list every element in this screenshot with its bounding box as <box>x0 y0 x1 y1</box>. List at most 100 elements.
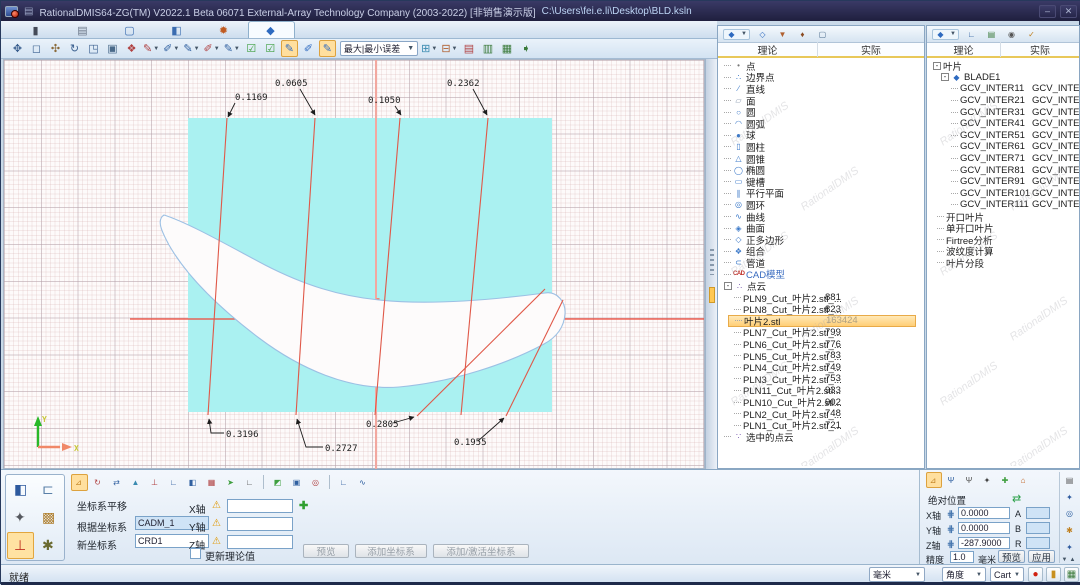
zoom-window-button[interactable]: ◻ <box>28 40 45 57</box>
ribbon-tab-blade[interactable]: ◆ <box>248 21 295 38</box>
cad-viewport[interactable]: 0.1169 0.0605 0.1050 0.2362 0.3196 0.272… <box>3 59 705 469</box>
joystick-button[interactable]: ✦ <box>980 472 996 488</box>
scroll-arrows-icon[interactable]: ▼▲ <box>1062 557 1078 563</box>
menu-icon[interactable]: ▤ <box>24 6 33 17</box>
csys-circle-button[interactable]: ◎ <box>308 474 325 491</box>
lock-y-icon[interactable]: ⋕ <box>947 524 955 535</box>
probe-status-icon[interactable]: ▮ <box>1046 567 1061 582</box>
csys-cube-button[interactable]: ◧ <box>185 474 202 491</box>
tree-item-selected-cloud[interactable]: ∵选中的点云 <box>718 431 924 443</box>
report-window-button[interactable]: ▤ <box>460 40 477 57</box>
coordinate-system-button[interactable]: ⊥ <box>7 532 34 559</box>
ribbon-tab-graphics[interactable]: ✹ <box>201 21 248 38</box>
lock-x-icon[interactable]: ⋕ <box>947 509 955 520</box>
goto-position-button[interactable]: ⊿ <box>926 472 942 488</box>
pos-y-value[interactable] <box>958 522 1010 534</box>
lock-z-icon[interactable]: ⋕ <box>947 539 955 550</box>
tree-item-section[interactable]: GCV_INTER31GCV_INTER31 <box>927 106 1079 118</box>
collapse-icon[interactable]: - <box>933 62 941 70</box>
magnifier-button[interactable]: ◎ <box>1063 507 1079 521</box>
minimize-button[interactable]: – <box>1039 5 1056 18</box>
add-position-button[interactable]: ✚ <box>998 472 1014 488</box>
pos-apply-button[interactable]: 应用 <box>1028 550 1055 563</box>
export-window-button[interactable]: ▦ <box>498 40 515 57</box>
probe-manager-button[interactable]: ◧ <box>7 476 34 503</box>
tree-item-section[interactable]: GCV_INTER61GCV_INTER61 <box>927 141 1079 153</box>
theory-column-header[interactable]: 理论 <box>927 42 1000 57</box>
label-max-button[interactable]: ✎ <box>281 40 298 57</box>
csys-cad-button[interactable]: ◩ <box>270 474 287 491</box>
path-tool-button[interactable]: ✎▼ <box>182 40 200 57</box>
panel-tab-angle-view[interactable]: ✓ <box>1026 30 1039 39</box>
save-report-button[interactable]: ⊟▼ <box>440 40 458 57</box>
tree-item-blade-root[interactable]: -叶片 <box>927 60 1079 72</box>
preview-button[interactable]: 预览 <box>303 544 349 558</box>
tree-item-section[interactable]: GCV_INTER71GCV_INTER71 <box>927 153 1079 165</box>
csys-best-fit-button[interactable]: ▲ <box>128 474 145 491</box>
evaluate-cloud-button[interactable]: ☑ <box>243 40 260 57</box>
csys-fixture-button[interactable]: ▣ <box>289 474 306 491</box>
import-window-button[interactable]: ▥ <box>479 40 496 57</box>
swap-axes-icon[interactable]: ⇄ <box>1012 492 1021 505</box>
tree-item-section[interactable]: GCV_INTER21GCV_INTER21 <box>927 95 1079 107</box>
probe-tool-button[interactable]: ✎▼ <box>142 40 160 57</box>
csys-curve-button[interactable]: ∿ <box>355 474 372 491</box>
panel-tab-solids-view[interactable]: ◇ <box>757 30 770 39</box>
add-icon[interactable]: ✚ <box>299 499 308 512</box>
update-theory-checkbox[interactable] <box>190 548 201 559</box>
panel-tab-filter-view[interactable]: ▼ <box>777 30 790 39</box>
panel-tab-group-view[interactable]: ♦ <box>797 30 810 39</box>
x-offset-input[interactable] <box>227 499 293 513</box>
run-export-button[interactable]: ➧ <box>517 40 534 57</box>
csys-offset-button[interactable]: ➤ <box>223 474 240 491</box>
csys-matrix-button[interactable]: ▦ <box>204 474 221 491</box>
panel-tab-blade-view[interactable]: ◆▼ <box>932 29 959 40</box>
evaluate-feature-button[interactable]: ☑ <box>262 40 279 57</box>
probe-angle-button[interactable]: Ψ <box>962 472 978 488</box>
ribbon-tab-machine[interactable]: ▮ <box>13 21 60 38</box>
actual-column-header[interactable]: 实际 <box>1000 42 1079 57</box>
tree-item-section[interactable]: GCV_INTER101GCV_INTER101 <box>927 188 1079 200</box>
actual-column-header[interactable]: 实际 <box>817 42 924 57</box>
z-offset-input[interactable] <box>227 535 293 549</box>
gauge-button[interactable]: ▩ <box>35 504 62 531</box>
panel-tab-screen-view[interactable]: ▢ <box>817 30 830 39</box>
calculator-button[interactable]: ▤ <box>1063 474 1079 488</box>
pos-x-value[interactable] <box>958 507 1010 519</box>
angle-dropdown[interactable]: 角度 ▼ <box>942 567 986 582</box>
panel-tab-report-view[interactable]: ▤ <box>986 30 999 39</box>
csys-axis-button[interactable]: ⊥ <box>147 474 164 491</box>
offset-tool-button[interactable]: ✎▼ <box>223 40 241 57</box>
angle-tool-button[interactable]: ✐▼ <box>203 40 221 57</box>
measure-tools-button[interactable]: ⊏ <box>35 476 62 503</box>
fit-view-button[interactable]: ◳ <box>85 40 102 57</box>
angle-b-value[interactable] <box>1026 522 1050 534</box>
scan-tool-button[interactable]: ✐▼ <box>162 40 180 57</box>
error-mode-dropdown[interactable]: 最大|最小误差▼ <box>340 41 418 56</box>
add-csys-button[interactable]: 添加坐标系 <box>355 544 427 558</box>
machine-tools-button[interactable]: ✱ <box>35 532 62 559</box>
csys-translate-button[interactable]: ⊿ <box>71 474 88 491</box>
tree-item-blade1[interactable]: -◆BLADE1 <box>927 72 1079 84</box>
angle-a-value[interactable] <box>1026 507 1050 519</box>
ribbon-tab-program[interactable]: ▤ <box>60 21 107 38</box>
unit-dropdown[interactable]: 毫米 ▼ <box>869 567 925 582</box>
tree-item-section[interactable]: GCV_INTER51GCV_INTER51 <box>927 130 1079 142</box>
tree-item-section[interactable]: GCV_INTER11GCV_INTER11 <box>927 83 1079 95</box>
y-offset-input[interactable] <box>227 517 293 531</box>
angle-r-value[interactable] <box>1026 537 1050 549</box>
network-status-icon[interactable]: ▦ <box>1064 567 1079 582</box>
panel-tab-camera-view[interactable]: ◉ <box>1006 30 1019 39</box>
probe-blue-button[interactable]: ✦ <box>1063 491 1079 505</box>
pan-button[interactable]: ✥ <box>9 40 26 57</box>
panel-tab-alignment-view[interactable]: ∟ <box>966 30 979 39</box>
collapse-icon[interactable]: - <box>941 73 949 81</box>
pos-z-value[interactable] <box>958 537 1010 549</box>
collapse-icon[interactable]: - <box>724 282 732 290</box>
csys-swap-button[interactable]: ⇄ <box>109 474 126 491</box>
emergency-stop-icon[interactable]: ● <box>1028 567 1043 582</box>
add-activate-csys-button[interactable]: 添加/激活坐标系 <box>433 544 529 558</box>
csys-321-button[interactable]: ∟ <box>166 474 183 491</box>
tree-item-section[interactable]: GCV_INTER41GCV_INTER41 <box>927 118 1079 130</box>
coordinate-dropdown[interactable]: Cart ▼ <box>990 567 1024 582</box>
